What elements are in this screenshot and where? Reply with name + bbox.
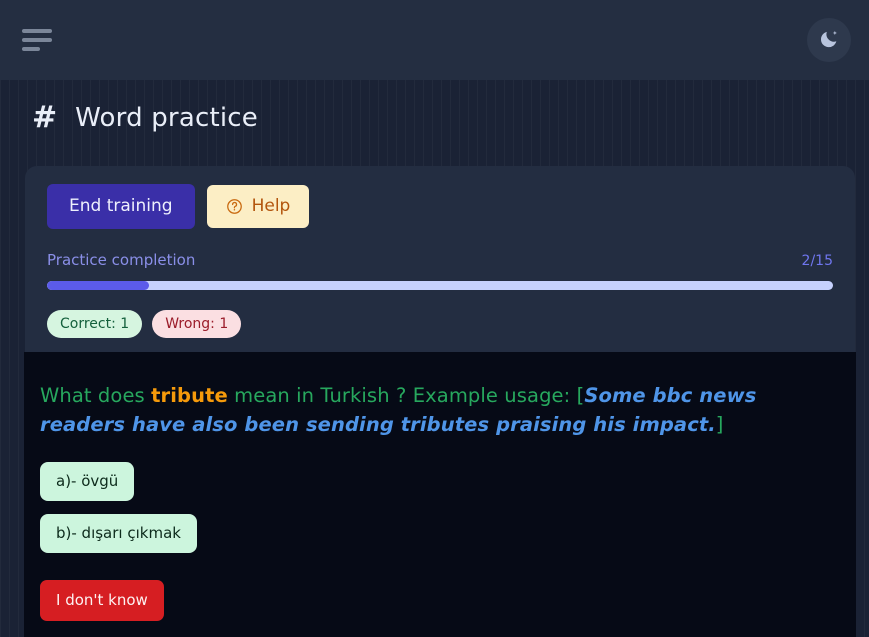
- theme-toggle-button[interactable]: [807, 18, 851, 62]
- hamburger-line: [22, 29, 52, 33]
- question-circle-icon: [226, 198, 243, 215]
- answer-option[interactable]: b)- dışarı çıkmak: [40, 513, 197, 553]
- page-title: # Word practice: [32, 103, 258, 133]
- hamburger-line: [22, 38, 52, 42]
- question-target-word: tribute: [151, 384, 228, 407]
- score-badges: Correct: 1 Wrong: 1: [47, 310, 833, 339]
- moon-icon: [818, 28, 840, 53]
- wrong-count-badge: Wrong: 1: [152, 310, 242, 339]
- hamburger-menu-icon[interactable]: [20, 27, 54, 53]
- practice-status-panel: End training Help Practice completion 2/…: [25, 166, 855, 352]
- question-text: What does tribute mean in Turkish ? Exam…: [40, 382, 834, 440]
- help-button[interactable]: Help: [206, 185, 310, 228]
- top-navbar: [0, 0, 869, 80]
- toolbar: End training Help: [47, 184, 833, 229]
- question-prefix: What does: [40, 384, 152, 407]
- progress-bar: [47, 281, 833, 290]
- question-middle: mean in Turkish ? Example usage: [: [227, 384, 585, 407]
- hamburger-line: [22, 47, 40, 51]
- question-suffix: ]: [715, 412, 724, 436]
- hash-icon: #: [32, 100, 58, 135]
- progress-header: Practice completion 2/15: [47, 251, 833, 269]
- help-button-label: Help: [251, 196, 291, 216]
- progress-count: 2/15: [801, 253, 833, 269]
- correct-count-badge: Correct: 1: [47, 310, 143, 339]
- progress-label: Practice completion: [47, 251, 196, 269]
- dont-know-button[interactable]: I don't know: [40, 579, 164, 621]
- progress-bar-fill: [47, 281, 150, 290]
- answer-option[interactable]: a)- övgü: [40, 461, 135, 501]
- answer-options-list: a)- övgü b)- dışarı çıkmak I don't know: [40, 461, 834, 621]
- question-panel: What does tribute mean in Turkish ? Exam…: [24, 352, 856, 637]
- page-title-text: Word practice: [75, 103, 258, 133]
- end-training-button[interactable]: End training: [47, 184, 195, 229]
